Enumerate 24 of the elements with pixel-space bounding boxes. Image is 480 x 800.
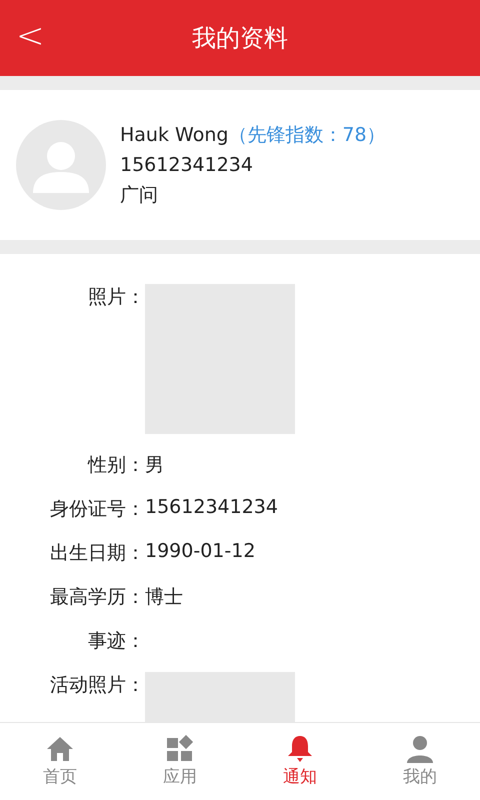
field-value: 15612341234: [145, 496, 278, 518]
field-value: 男: [145, 453, 164, 478]
field-value: 1990-01-12: [145, 540, 256, 562]
nav-tab[interactable]: 应用: [120, 723, 240, 800]
field-label: 事迹：: [87, 629, 145, 654]
field-value: 博士: [145, 585, 183, 610]
field-label: 身份证号：: [49, 497, 145, 522]
nav-tab[interactable]: 我的: [360, 723, 480, 800]
score-text: （先锋指数：78）: [228, 123, 386, 148]
user-name: Hauk Wong: [120, 124, 228, 146]
grid-icon: [165, 735, 195, 763]
field-label: 出生日期：: [49, 541, 145, 566]
phone-number: 15612341234: [120, 154, 254, 176]
home-icon: [45, 735, 75, 763]
field-label: 照片：: [87, 285, 145, 310]
person-icon: [405, 735, 435, 763]
nav-tab[interactable]: 首页: [0, 723, 120, 800]
field-label: 最高学历：: [49, 585, 145, 610]
page-title: 我的资料: [192, 23, 288, 54]
nav-tab[interactable]: 通知: [240, 723, 360, 800]
field-label: 性别：: [86, 453, 145, 478]
role-text: 广问: [120, 183, 159, 208]
back-button[interactable]: <: [10, 14, 50, 58]
field-label: 活动照片：: [49, 673, 145, 698]
